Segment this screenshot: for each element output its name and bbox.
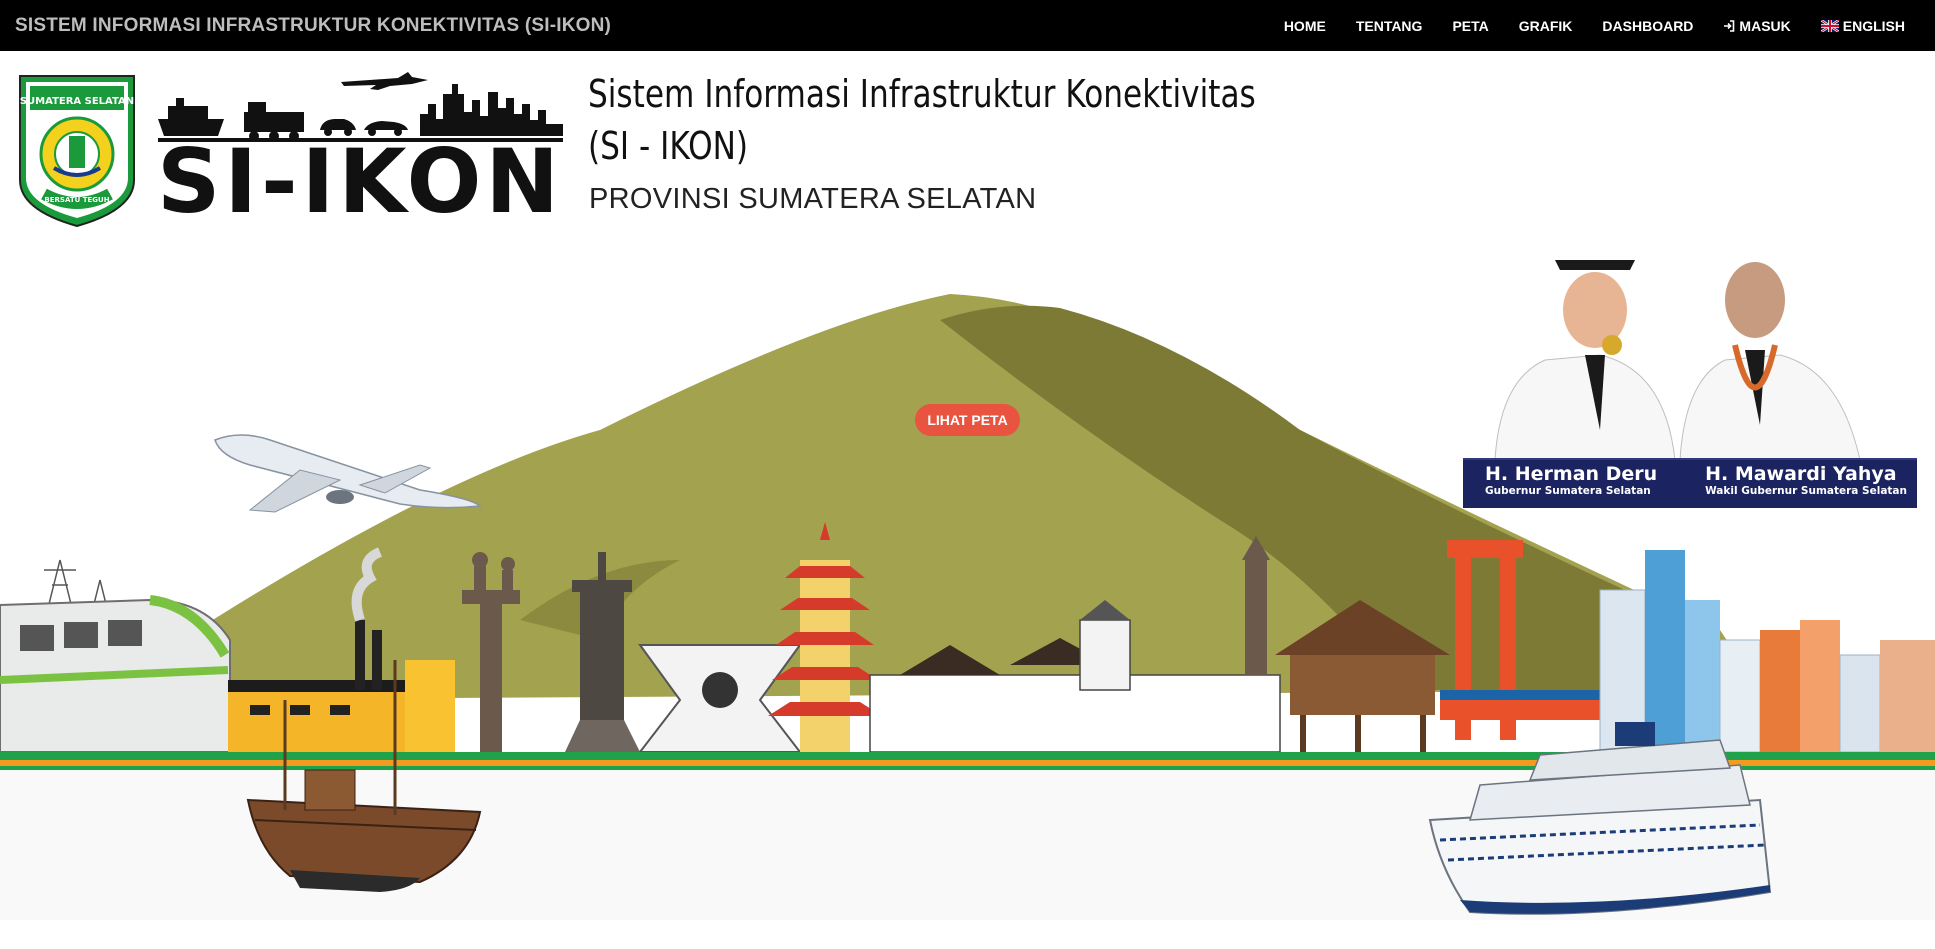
nav-dashboard[interactable]: DASHBOARD <box>1587 18 1708 34</box>
uk-flag-icon <box>1820 19 1839 32</box>
vice-governor-portrait-photo <box>1679 262 1861 461</box>
page-subtitle: PROVINSI SUMATERA SELATAN <box>589 183 1037 215</box>
nav-home[interactable]: HOME <box>1269 18 1341 34</box>
nav-tentang-label: TENTANG <box>1355 17 1423 34</box>
svg-text:SUMATERA SELATAN: SUMATERA SELATAN <box>20 96 134 107</box>
site-brand[interactable]: SISTEM INFORMASI INFRASTRUKTUR KONEKTIVI… <box>15 15 611 37</box>
official-role: Wakil Gubernur Sumatera Selatan <box>1705 485 1907 497</box>
nav-dashboard-label: DASHBOARD <box>1602 17 1694 34</box>
nav-tentang[interactable]: TENTANG <box>1341 18 1438 34</box>
train-illustration <box>0 595 231 753</box>
nav-masuk-label: MASUK <box>1739 17 1791 34</box>
svg-text:SI-IKON: SI-IKON <box>158 130 563 216</box>
si-ikon-logo: SI-IKON <box>158 72 563 216</box>
top-navbar: SISTEM INFORMASI INFRASTRUKTUR KONEKTIVI… <box>0 0 1935 51</box>
ampera-monument-illustration <box>637 644 803 753</box>
cruise-ship-illustration <box>1428 722 1772 915</box>
nav-masuk[interactable]: MASUK <box>1708 18 1805 34</box>
nav-home-label: HOME <box>1283 17 1326 34</box>
official-name: H. Mawardi Yahya <box>1705 463 1897 485</box>
official-card: H. Mawardi Yahya Wakil Gubernur Sumatera… <box>1683 460 1917 508</box>
view-map-button[interactable]: LIHAT PETA <box>915 404 1020 436</box>
svg-text:BERSATU TEGUH: BERSATU TEGUH <box>44 196 109 204</box>
sign-in-icon <box>1724 19 1735 32</box>
official-role: Gubernur Sumatera Selatan <box>1485 485 1651 497</box>
page-title-acronym: (SI - IKON) <box>588 124 749 168</box>
official-card: H. Herman Deru Gubernur Sumatera Selatan <box>1463 460 1683 508</box>
nav-grafik[interactable]: GRAFIK <box>1504 18 1588 34</box>
city-buildings-illustration <box>1599 550 1935 753</box>
nav-english-label: ENGLISH <box>1842 17 1905 34</box>
nav-english[interactable]: ENGLISH <box>1806 18 1920 34</box>
governor-portrait-photo <box>1494 260 1676 461</box>
page-title: Sistem Informasi Infrastruktur Konektivi… <box>588 72 1256 116</box>
official-name: H. Herman Deru <box>1485 463 1658 485</box>
nav-menu: HOME TENTANG PETA GRAFIK DASHBOARD MASUK… <box>1269 18 1920 34</box>
airplane-illustration <box>214 434 482 513</box>
nav-grafik-label: GRAFIK <box>1518 17 1573 34</box>
nav-peta-label: PETA <box>1452 17 1489 34</box>
province-emblem-logo: SUMATERA SELATAN BERSATU TEGUH <box>19 75 135 228</box>
hero-illustration <box>0 260 1935 920</box>
nav-peta[interactable]: PETA <box>1437 18 1503 34</box>
officials-name-bar: H. Herman Deru Gubernur Sumatera Selatan… <box>1463 458 1917 508</box>
